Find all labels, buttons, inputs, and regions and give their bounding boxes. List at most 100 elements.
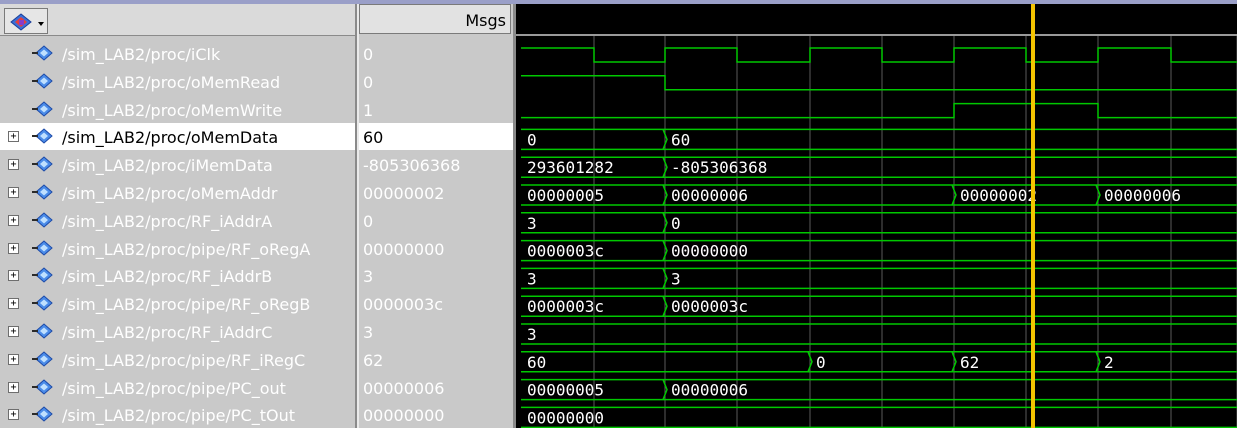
signal-value: 60 xyxy=(363,128,384,148)
value-row[interactable]: -805306368 xyxy=(359,151,513,178)
signal-row[interactable]: /sim_LAB2/proc/oMemWrite xyxy=(0,96,355,123)
value-row[interactable]: 0 xyxy=(359,207,513,234)
value-row[interactable]: 3 xyxy=(359,262,513,289)
signal-name: /sim_LAB2/proc/iClk xyxy=(62,45,221,64)
bus-value-label: 0000003c xyxy=(671,297,748,316)
waveform-pane[interactable]: 0 60 293601282 -805306368 00000005 00000006 00… xyxy=(516,4,1237,428)
bus-value-label: 0000003c xyxy=(527,242,604,261)
bus-value-label: 00000000 xyxy=(671,242,748,261)
signal-row[interactable]: /sim_LAB2/proc/iClk xyxy=(0,40,355,67)
signal-icon xyxy=(32,100,56,118)
bus-value-label: 3 xyxy=(671,269,681,288)
expand-icon[interactable]: + xyxy=(8,326,19,337)
expand-icon[interactable]: + xyxy=(8,381,19,393)
signal-value: 0000003c xyxy=(363,295,444,315)
signal-value: 00000006 xyxy=(363,378,445,398)
signal-name: /sim_LAB2/proc/pipe/PC_out xyxy=(62,378,286,398)
expand-icon[interactable]: + xyxy=(8,131,19,143)
bus-value-label: 3 xyxy=(527,325,537,344)
expand-icon[interactable]: + xyxy=(8,187,19,198)
bus-value-label: 00000006 xyxy=(671,186,748,205)
signal-name: /sim_LAB2/proc/pipe/RF_oRegB xyxy=(62,295,311,315)
expand-icon[interactable]: + xyxy=(8,298,19,310)
bus-value-label: 60 xyxy=(671,130,690,149)
expand-icon[interactable]: + xyxy=(8,270,19,282)
signal-row[interactable]: + /sim_LAB2/proc/RF_iAddrC xyxy=(0,318,355,345)
expand-icon[interactable]: + xyxy=(8,214,19,226)
bus-value-label: 00000002 xyxy=(960,186,1037,205)
signal-name: /sim_LAB2/proc/oMemData xyxy=(62,128,279,148)
bus-value-label: 00000005 xyxy=(527,186,604,205)
signal-value: 62 xyxy=(363,350,384,370)
msgs-label: Msgs xyxy=(465,11,506,30)
bus-value-label: 3 xyxy=(527,269,537,288)
expand-icon[interactable]: + xyxy=(8,409,19,421)
value-row[interactable]: 3 xyxy=(359,318,513,345)
signal-icon xyxy=(32,378,56,396)
value-row[interactable]: 62 xyxy=(359,346,513,373)
expand-icon[interactable]: + xyxy=(8,353,19,365)
signal-row[interactable]: + /sim_LAB2/proc/oMemData xyxy=(0,123,355,151)
signal-row[interactable]: + /sim_LAB2/proc/RF_iAddrB xyxy=(0,262,355,289)
value-row[interactable]: 0 xyxy=(359,68,513,95)
chevron-down-icon xyxy=(38,22,44,26)
value-row[interactable]: 00000002 xyxy=(359,179,513,206)
signal-name: /sim_LAB2/proc/pipe/RF_iRegC xyxy=(62,350,306,370)
signal-icon xyxy=(32,72,56,90)
bus-value-label: 0 xyxy=(671,214,681,233)
bus-value-label: 00000000 xyxy=(527,408,604,427)
signal-value: 0 xyxy=(363,45,374,64)
value-row[interactable]: 00000000 xyxy=(359,235,513,262)
signal-value: 00000000 xyxy=(363,239,445,259)
wave-dropdown-button[interactable] xyxy=(4,8,48,34)
signal-name: /sim_LAB2/proc/oMemAddr xyxy=(62,184,278,203)
wave-header xyxy=(516,4,1237,34)
signal-row[interactable]: /sim_LAB2/proc/oMemRead xyxy=(0,68,355,95)
signal-name: /sim_LAB2/proc/iMemData xyxy=(62,156,273,176)
value-row[interactable]: 00000006 xyxy=(359,374,513,401)
signal-value: -805306368 xyxy=(363,156,461,176)
signal-name: /sim_LAB2/proc/RF_iAddrA xyxy=(62,211,273,231)
value-row[interactable]: 0 xyxy=(359,40,513,67)
bus-value-label: 00000006 xyxy=(1104,186,1181,205)
bus-value-label: 62 xyxy=(960,353,979,372)
signal-icon xyxy=(32,322,56,340)
waveform-canvas[interactable]: 0 60293601282 -80530636800000005 00000006 00… xyxy=(516,4,1237,428)
bus-value-label: 00000005 xyxy=(527,381,604,400)
signal-value: 3 xyxy=(363,323,374,342)
signal-name: /sim_LAB2/proc/pipe/PC_tOut xyxy=(62,406,295,426)
signal-row[interactable]: + /sim_LAB2/proc/pipe/RF_oRegB xyxy=(0,290,355,317)
signal-icon xyxy=(32,294,56,312)
wave-dropdown-icon xyxy=(10,13,32,31)
signal-row[interactable]: + /sim_LAB2/proc/iMemData xyxy=(0,151,355,178)
signal-name: /sim_LAB2/proc/oMemWrite xyxy=(62,100,283,120)
signal-row[interactable]: + /sim_LAB2/proc/pipe/RF_iRegC xyxy=(0,346,355,373)
signal-row[interactable]: + /sim_LAB2/proc/pipe/PC_out xyxy=(0,374,355,401)
bus-value-label: 2 xyxy=(1104,353,1114,372)
value-row[interactable]: 00000000 xyxy=(359,401,513,428)
signal-row[interactable]: + /sim_LAB2/proc/RF_iAddrA xyxy=(0,207,355,234)
bus-value-label: 293601282 xyxy=(527,158,614,177)
signal-icon xyxy=(32,127,56,145)
signal-icon xyxy=(32,266,56,284)
bus-value-label: 0000003c xyxy=(527,297,604,316)
signal-row[interactable]: + /sim_LAB2/proc/pipe/RF_oRegA xyxy=(0,235,355,262)
signal-value: 3 xyxy=(363,267,374,287)
signal-value: 0 xyxy=(363,72,374,92)
value-row[interactable]: 60 xyxy=(359,123,513,151)
expand-icon[interactable]: + xyxy=(8,242,19,254)
names-header xyxy=(0,4,355,36)
signal-icon xyxy=(32,239,56,257)
value-row[interactable]: 0000003c xyxy=(359,290,513,317)
digital-trace xyxy=(521,47,1237,63)
signal-row[interactable]: + /sim_LAB2/proc/oMemAddr xyxy=(0,179,355,206)
expand-icon[interactable]: + xyxy=(8,159,19,171)
signal-icon xyxy=(32,183,56,201)
signal-value: 00000002 xyxy=(363,184,445,203)
signal-row[interactable]: + /sim_LAB2/proc/pipe/PC_tOut xyxy=(0,401,355,428)
signal-name: /sim_LAB2/proc/RF_iAddrC xyxy=(62,323,273,342)
signal-icon xyxy=(32,44,56,62)
values-header: Msgs xyxy=(359,4,511,34)
value-row[interactable]: 1 xyxy=(359,96,513,123)
bus-value-label: 0 xyxy=(816,353,826,372)
